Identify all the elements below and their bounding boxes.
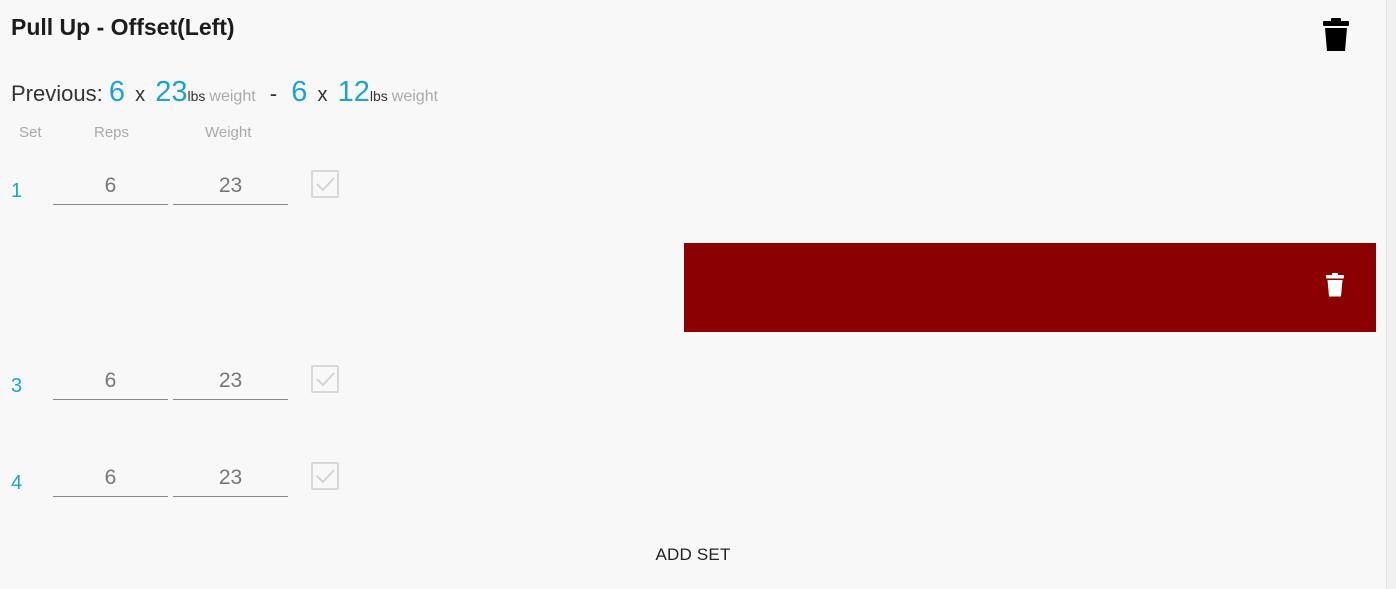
reps-input[interactable]	[53, 168, 168, 205]
weight-input[interactable]	[173, 168, 288, 205]
delete-set-button[interactable]	[1325, 273, 1345, 297]
previous-performance: Previous: 6 x 23lbs weight - 6 x 12lbs wei…	[11, 76, 438, 109]
previous-second-x: x	[317, 84, 328, 106]
previous-first-weight: 23	[155, 76, 188, 108]
previous-second-unit: lbs	[369, 88, 388, 104]
weight-input[interactable]	[173, 363, 288, 400]
exercise-title: Pull Up - Offset(Left)	[11, 14, 235, 40]
previous-first-reps: 6	[108, 76, 125, 108]
set-number: 4	[11, 472, 23, 494]
trash-icon	[1326, 273, 1344, 297]
checkmark-icon	[316, 177, 335, 192]
reps-input[interactable]	[53, 363, 168, 400]
reps-input[interactable]	[53, 460, 168, 497]
previous-first-unit: lbs	[187, 88, 206, 104]
trash-icon	[1323, 18, 1349, 51]
set-number: 1	[11, 180, 23, 202]
weight-input[interactable]	[173, 460, 288, 497]
add-set-button[interactable]: ADD SET	[640, 545, 746, 565]
previous-second-word: weight	[391, 88, 439, 105]
checkmark-icon	[316, 469, 335, 484]
complete-set-checkbox[interactable]	[311, 170, 339, 198]
delete-exercise-button[interactable]	[1322, 18, 1350, 52]
previous-separator: -	[269, 81, 278, 106]
column-header-weight: Weight	[205, 124, 252, 141]
previous-first-word: weight	[209, 88, 256, 105]
previous-second-reps: 6	[291, 76, 308, 108]
previous-label: Previous:	[11, 81, 103, 106]
previous-second-weight: 12	[337, 76, 370, 108]
previous-first-x: x	[135, 84, 146, 106]
delete-set-action[interactable]	[684, 243, 1376, 332]
complete-set-checkbox[interactable]	[311, 365, 339, 393]
set-number: 3	[11, 375, 23, 397]
checkmark-icon	[316, 372, 335, 387]
column-header-reps: Reps	[94, 124, 130, 141]
complete-set-checkbox[interactable]	[311, 462, 339, 490]
scrollbar[interactable]	[1386, 0, 1396, 589]
column-header-set: Set	[19, 124, 42, 141]
